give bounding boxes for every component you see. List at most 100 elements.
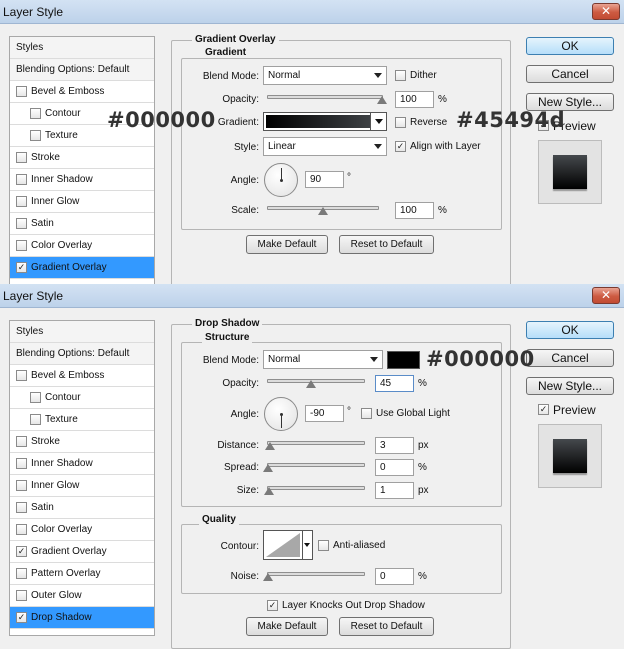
style-checkbox[interactable] xyxy=(16,590,27,601)
styles-list-item[interactable]: Bevel & Emboss xyxy=(10,81,154,103)
styles-list-item-label: Pattern Overlay xyxy=(31,568,101,579)
close-icon[interactable]: ✕ xyxy=(592,287,620,304)
styles-list-item[interactable]: ✓ Gradient Overlay xyxy=(10,257,154,279)
title-bar[interactable]: Layer Style ✕ xyxy=(0,0,624,24)
noise-input[interactable]: 0 xyxy=(375,568,414,585)
angle-dial[interactable] xyxy=(264,397,298,431)
styles-list-item[interactable]: ✓ Gradient Overlay xyxy=(10,541,154,563)
style-checkbox[interactable] xyxy=(16,524,27,535)
scale-slider-thumb[interactable] xyxy=(318,207,328,215)
scale-input[interactable]: 100 xyxy=(395,202,434,219)
style-select[interactable]: Linear xyxy=(263,137,387,156)
anti-aliased-checkbox-box[interactable] xyxy=(318,540,329,551)
styles-list-item[interactable]: Satin xyxy=(10,497,154,519)
style-checkbox[interactable] xyxy=(16,480,27,491)
opacity-slider[interactable] xyxy=(267,379,365,388)
styles-list-item[interactable]: Styles xyxy=(10,321,154,343)
make-default-button[interactable]: Make Default xyxy=(246,235,328,254)
spread-slider[interactable] xyxy=(263,463,365,472)
knockout-checkbox-box[interactable]: ✓ xyxy=(267,600,278,611)
distance-slider-thumb[interactable] xyxy=(265,442,275,450)
close-icon[interactable]: ✕ xyxy=(592,3,620,20)
ok-button[interactable]: OK xyxy=(526,321,614,339)
title-bar[interactable]: Layer Style ✕ xyxy=(0,284,624,308)
chevron-down-icon[interactable] xyxy=(370,113,386,130)
styles-list-item[interactable]: Outer Glow xyxy=(10,585,154,607)
style-checkbox[interactable] xyxy=(16,568,27,579)
style-checkbox[interactable] xyxy=(30,130,41,141)
angle-input[interactable]: 90 xyxy=(305,171,344,188)
cancel-button[interactable]: Cancel xyxy=(526,65,614,83)
cancel-button[interactable]: Cancel xyxy=(526,349,614,367)
distance-input[interactable]: 3 xyxy=(375,437,414,454)
spread-input[interactable]: 0 xyxy=(375,459,414,476)
gradient-picker[interactable] xyxy=(263,112,387,131)
dither-checkbox-box[interactable] xyxy=(395,70,406,81)
styles-list-item[interactable]: Blending Options: Default xyxy=(10,59,154,81)
gradient-preview[interactable] xyxy=(266,115,384,128)
style-checkbox[interactable] xyxy=(16,240,27,251)
style-checkbox[interactable] xyxy=(16,196,27,207)
make-default-button[interactable]: Make Default xyxy=(246,617,328,636)
style-checkbox[interactable] xyxy=(16,218,27,229)
style-checkbox[interactable] xyxy=(16,370,27,381)
styles-list-item[interactable]: Inner Glow xyxy=(10,191,154,213)
style-checkbox[interactable] xyxy=(30,108,41,119)
noise-slider-thumb[interactable] xyxy=(263,573,273,581)
global-light-checkbox-box[interactable] xyxy=(361,408,372,419)
style-checkbox[interactable] xyxy=(16,436,27,447)
spread-slider-thumb[interactable] xyxy=(263,464,273,472)
styles-list-item[interactable]: Stroke xyxy=(10,431,154,453)
styles-list-item[interactable]: Inner Glow xyxy=(10,475,154,497)
styles-list-item[interactable]: Styles xyxy=(10,37,154,59)
size-slider[interactable] xyxy=(264,486,365,495)
style-checkbox[interactable] xyxy=(16,502,27,513)
styles-list-item[interactable]: Color Overlay xyxy=(10,519,154,541)
opacity-input[interactable]: 100 xyxy=(395,91,434,108)
preview-checkbox-box[interactable]: ✓ xyxy=(538,404,549,415)
opacity-slider-thumb[interactable] xyxy=(377,96,387,104)
size-input[interactable]: 1 xyxy=(375,482,414,499)
styles-list-item[interactable]: Contour xyxy=(10,387,154,409)
style-checkbox[interactable]: ✓ xyxy=(16,262,27,273)
style-checkbox[interactable] xyxy=(16,458,27,469)
blend-mode-select[interactable]: Normal xyxy=(263,66,387,85)
shadow-color-swatch[interactable] xyxy=(387,351,420,369)
style-checkbox[interactable] xyxy=(30,414,41,425)
chevron-down-icon[interactable] xyxy=(303,530,313,560)
align-checkbox-box[interactable]: ✓ xyxy=(395,141,406,152)
styles-list-item[interactable]: Inner Shadow xyxy=(10,453,154,475)
new-style-button[interactable]: New Style... xyxy=(526,377,614,395)
style-checkbox[interactable] xyxy=(16,174,27,185)
styles-list-item[interactable]: Bevel & Emboss xyxy=(10,365,154,387)
angle-dial[interactable] xyxy=(264,163,298,197)
style-checkbox[interactable]: ✓ xyxy=(16,546,27,557)
contour-picker[interactable] xyxy=(263,530,303,560)
styles-list-item[interactable]: Stroke xyxy=(10,147,154,169)
styles-list-item[interactable]: Inner Shadow xyxy=(10,169,154,191)
angle-center xyxy=(280,179,283,182)
reset-to-default-button[interactable]: Reset to Default xyxy=(339,235,434,254)
reverse-checkbox-box[interactable] xyxy=(395,117,406,128)
distance-slider[interactable] xyxy=(265,441,365,450)
blend-mode-select[interactable]: Normal xyxy=(263,350,383,369)
scale-slider[interactable] xyxy=(267,206,379,215)
styles-list-item[interactable]: Pattern Overlay xyxy=(10,563,154,585)
ok-button[interactable]: OK xyxy=(526,37,614,55)
style-checkbox[interactable] xyxy=(16,86,27,97)
style-checkbox[interactable]: ✓ xyxy=(16,612,27,623)
styles-list-item[interactable]: Texture xyxy=(10,409,154,431)
opacity-input[interactable]: 45 xyxy=(375,375,414,392)
size-slider-thumb[interactable] xyxy=(264,487,274,495)
opacity-slider-thumb[interactable] xyxy=(306,380,317,388)
styles-list-item[interactable]: ✓ Drop Shadow xyxy=(10,607,154,629)
styles-list-item[interactable]: Satin xyxy=(10,213,154,235)
style-checkbox[interactable] xyxy=(30,392,41,403)
style-checkbox[interactable] xyxy=(16,152,27,163)
styles-list-item[interactable]: Blending Options: Default xyxy=(10,343,154,365)
angle-input[interactable]: -90 xyxy=(305,405,344,422)
noise-slider[interactable] xyxy=(263,572,365,581)
styles-list-item[interactable]: Color Overlay xyxy=(10,235,154,257)
reset-to-default-button[interactable]: Reset to Default xyxy=(339,617,434,636)
opacity-slider[interactable] xyxy=(267,95,387,104)
